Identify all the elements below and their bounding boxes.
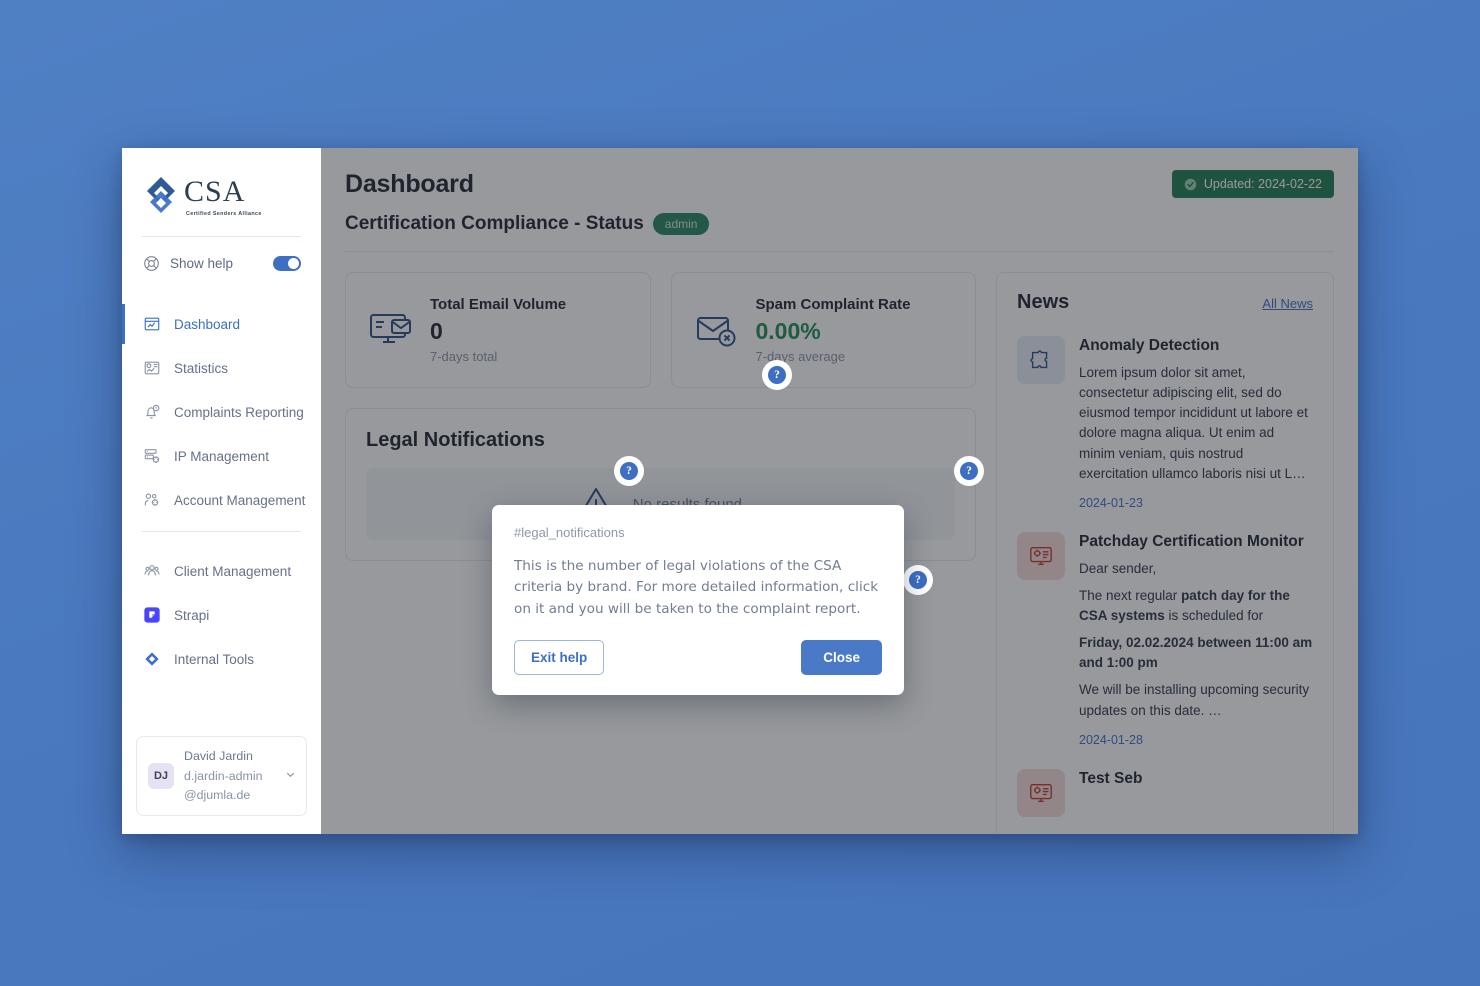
logo: CSA Certified Senders Alliance <box>122 148 321 218</box>
sidebar-item-client-management[interactable]: Client Management <box>122 554 321 588</box>
users-gear-icon <box>142 491 161 510</box>
people-group-icon <box>142 562 161 581</box>
desktop-background: CSA Certified Senders Alliance Show help <box>0 0 1480 986</box>
server-gear-icon <box>142 447 161 466</box>
legal-notifications-help-badge[interactable]: ? <box>906 568 930 592</box>
help-modal: #legal_notifications This is the number … <box>492 505 904 696</box>
sidebar-item-label: Complaints Reporting <box>174 404 304 420</box>
sidebar-item-label: Strapi <box>174 607 210 623</box>
dashboard-icon <box>142 315 161 334</box>
sidebar-item-label: IP Management <box>174 448 270 464</box>
sidebar-item-label: Dashboard <box>174 316 241 332</box>
sidebar-nav: Dashboard Statistics Complaints Reportin… <box>122 304 321 686</box>
show-help-toggle[interactable] <box>273 256 301 271</box>
sidebar-item-complaints-reporting[interactable]: Complaints Reporting <box>122 395 321 429</box>
sidebar-item-statistics[interactable]: Statistics <box>122 351 321 385</box>
help-modal-actions: Exit help Close <box>505 640 882 676</box>
total-email-volume-help-badge[interactable]: ? <box>617 459 641 483</box>
diamond-icon <box>142 650 161 669</box>
statistics-icon <box>142 359 161 378</box>
show-help-label: Show help <box>170 256 234 271</box>
main-content: Dashboard Updated: 2024-02-22 Certificat… <box>321 148 1358 834</box>
user-meta: David Jardin d.jardin-admin@djumla.de <box>184 747 275 805</box>
avatar: DJ <box>148 763 174 790</box>
question-mark-icon: ? <box>909 571 927 589</box>
sidebar-item-label: Internal Tools <box>174 651 255 667</box>
question-mark-icon: ? <box>620 462 638 480</box>
show-help-row[interactable]: Show help <box>122 237 321 273</box>
application-window: CSA Certified Senders Alliance Show help <box>122 148 1358 834</box>
sidebar-item-internal-tools[interactable]: Internal Tools <box>122 642 321 676</box>
logo-wordmark: CSA <box>184 175 246 208</box>
sidebar-item-dashboard[interactable]: Dashboard <box>122 304 321 344</box>
help-modal-text: This is the number of legal violations o… <box>514 558 879 617</box>
logo-tagline: Certified Senders Alliance <box>186 211 262 217</box>
spam-rate-help-badge[interactable]: ? <box>957 459 981 483</box>
user-name: David Jardin <box>184 749 253 764</box>
sidebar-item-ip-management[interactable]: IP Management <box>122 439 321 473</box>
bell-alert-icon <box>142 403 161 422</box>
exit-help-button[interactable]: Exit help <box>514 640 605 676</box>
sidebar-item-label: Account Management <box>174 492 306 508</box>
lifebuoy-icon <box>142 254 161 273</box>
question-mark-icon: ? <box>960 462 978 480</box>
sidebar-item-account-management[interactable]: Account Management <box>122 483 321 517</box>
csa-diamond-logo-icon <box>147 177 175 213</box>
sidebar-item-strapi[interactable]: Strapi <box>122 598 321 632</box>
question-mark-icon: ? <box>768 366 786 384</box>
sidebar-item-label: Statistics <box>174 360 229 376</box>
subtitle-help-badge[interactable]: ? <box>765 363 789 387</box>
modal-overlay[interactable] <box>321 148 1358 834</box>
help-modal-tag: #legal_notifications <box>514 525 625 540</box>
user-profile-card[interactable]: DJ David Jardin d.jardin-admin@djumla.de <box>136 736 307 816</box>
sidebar: CSA Certified Senders Alliance Show help <box>122 148 321 834</box>
strapi-icon <box>142 606 161 625</box>
close-button[interactable]: Close <box>801 640 882 676</box>
chevron-down-icon[interactable] <box>285 769 296 783</box>
sidebar-item-label: Client Management <box>174 563 292 579</box>
user-email: d.jardin-admin@djumla.de <box>184 768 263 802</box>
sidebar-divider-mid <box>142 531 301 532</box>
